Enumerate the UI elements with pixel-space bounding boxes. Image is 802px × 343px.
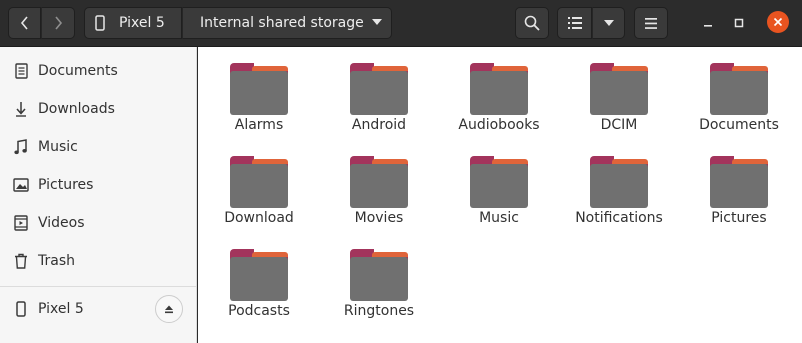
path-device-button[interactable]: Pixel 5	[84, 7, 182, 39]
folder-icon	[470, 63, 528, 115]
minimize-button[interactable]	[696, 11, 720, 35]
folder-item[interactable]: Alarms	[204, 49, 314, 137]
maximize-icon	[734, 18, 744, 28]
folder-item[interactable]: Download	[204, 142, 314, 230]
folder-icon	[350, 156, 408, 208]
sidebar-item-music[interactable]: Music	[0, 128, 196, 166]
list-view-icon	[567, 17, 582, 29]
sidebar-item-label: Music	[38, 139, 78, 155]
folder-icon	[590, 156, 648, 208]
folder-label: Documents	[699, 117, 779, 133]
sidebar-item-trash[interactable]: Trash	[0, 242, 196, 280]
folder-icon	[230, 249, 288, 301]
back-button[interactable]	[8, 7, 41, 39]
folder-icon	[350, 249, 408, 301]
sidebar-separator	[0, 286, 196, 287]
folder-label: Movies	[354, 210, 404, 226]
search-icon	[524, 15, 540, 31]
path-current-label: Internal shared storage	[200, 15, 364, 31]
folder-icon	[230, 63, 288, 115]
picture-icon	[13, 177, 29, 193]
music-icon	[13, 139, 29, 155]
folder-item[interactable]: Ringtones	[324, 235, 434, 323]
folder-icon	[710, 63, 768, 115]
sidebar-item-label: Videos	[38, 215, 85, 231]
folder-item[interactable]: Movies	[324, 142, 434, 230]
folder-icon	[230, 156, 288, 208]
folder-item[interactable]: Podcasts	[204, 235, 314, 323]
file-grid: Alarms Android Audiobooks DCIM Documents…	[198, 47, 802, 343]
sidebar-item-label: Pixel 5	[38, 301, 84, 317]
chevron-down-icon	[603, 20, 614, 26]
path-device-label: Pixel 5	[119, 15, 165, 31]
folder-label: Download	[224, 210, 294, 226]
view-options-button[interactable]	[592, 7, 625, 39]
forward-button[interactable]	[41, 7, 75, 39]
minimize-icon	[704, 25, 712, 27]
phone-icon	[13, 301, 29, 317]
sidebar-item-label: Pictures	[38, 177, 94, 193]
folder-item[interactable]: Android	[324, 49, 434, 137]
folder-item[interactable]: Audiobooks	[444, 49, 554, 137]
chevron-left-icon	[20, 16, 28, 30]
sidebar-item-downloads[interactable]: Downloads	[0, 90, 196, 128]
folder-label: Pictures	[711, 210, 767, 226]
eject-button[interactable]	[155, 295, 183, 323]
eject-icon	[165, 305, 173, 314]
folder-icon	[470, 156, 528, 208]
folder-icon	[350, 63, 408, 115]
chevron-down-icon	[372, 19, 382, 25]
sidebar-item-pictures[interactable]: Pictures	[0, 166, 196, 204]
sidebar: Documents Downloads Music Pictures Video…	[0, 47, 197, 343]
folder-label: Audiobooks	[458, 117, 540, 133]
chevron-right-icon	[55, 16, 63, 30]
sidebar-item-label: Trash	[38, 253, 75, 269]
sidebar-item-label: Downloads	[38, 101, 115, 117]
folder-icon	[590, 63, 648, 115]
search-button[interactable]	[515, 7, 549, 39]
sidebar-item-documents[interactable]: Documents	[0, 52, 196, 90]
folder-label: Alarms	[234, 117, 284, 133]
trash-icon	[13, 253, 29, 269]
close-icon	[773, 17, 783, 27]
folder-item[interactable]: Music	[444, 142, 554, 230]
folder-item[interactable]: DCIM	[564, 49, 674, 137]
folder-item[interactable]: Notifications	[564, 142, 674, 230]
folder-label: Podcasts	[228, 303, 290, 319]
video-icon	[13, 215, 29, 231]
maximize-button[interactable]	[727, 11, 751, 35]
folder-label: Android	[351, 117, 407, 133]
document-icon	[13, 63, 29, 79]
folder-label: Music	[479, 210, 519, 226]
folder-label: DCIM	[600, 117, 638, 133]
main-menu-button[interactable]	[634, 7, 668, 39]
download-icon	[13, 101, 29, 117]
close-button[interactable]	[767, 11, 789, 33]
folder-item[interactable]: Documents	[684, 49, 794, 137]
header-bar: Pixel 5 Internal shared storage	[0, 0, 802, 47]
hamburger-menu-icon	[645, 17, 657, 29]
folder-icon	[710, 156, 768, 208]
folder-item[interactable]: Pictures	[684, 142, 794, 230]
phone-icon	[95, 15, 105, 31]
sidebar-item-videos[interactable]: Videos	[0, 204, 196, 242]
folder-label: Notifications	[575, 210, 663, 226]
view-list-button[interactable]	[557, 7, 592, 39]
folder-label: Ringtones	[343, 303, 415, 319]
sidebar-item-label: Documents	[38, 63, 118, 79]
path-current-button[interactable]: Internal shared storage	[182, 7, 392, 39]
